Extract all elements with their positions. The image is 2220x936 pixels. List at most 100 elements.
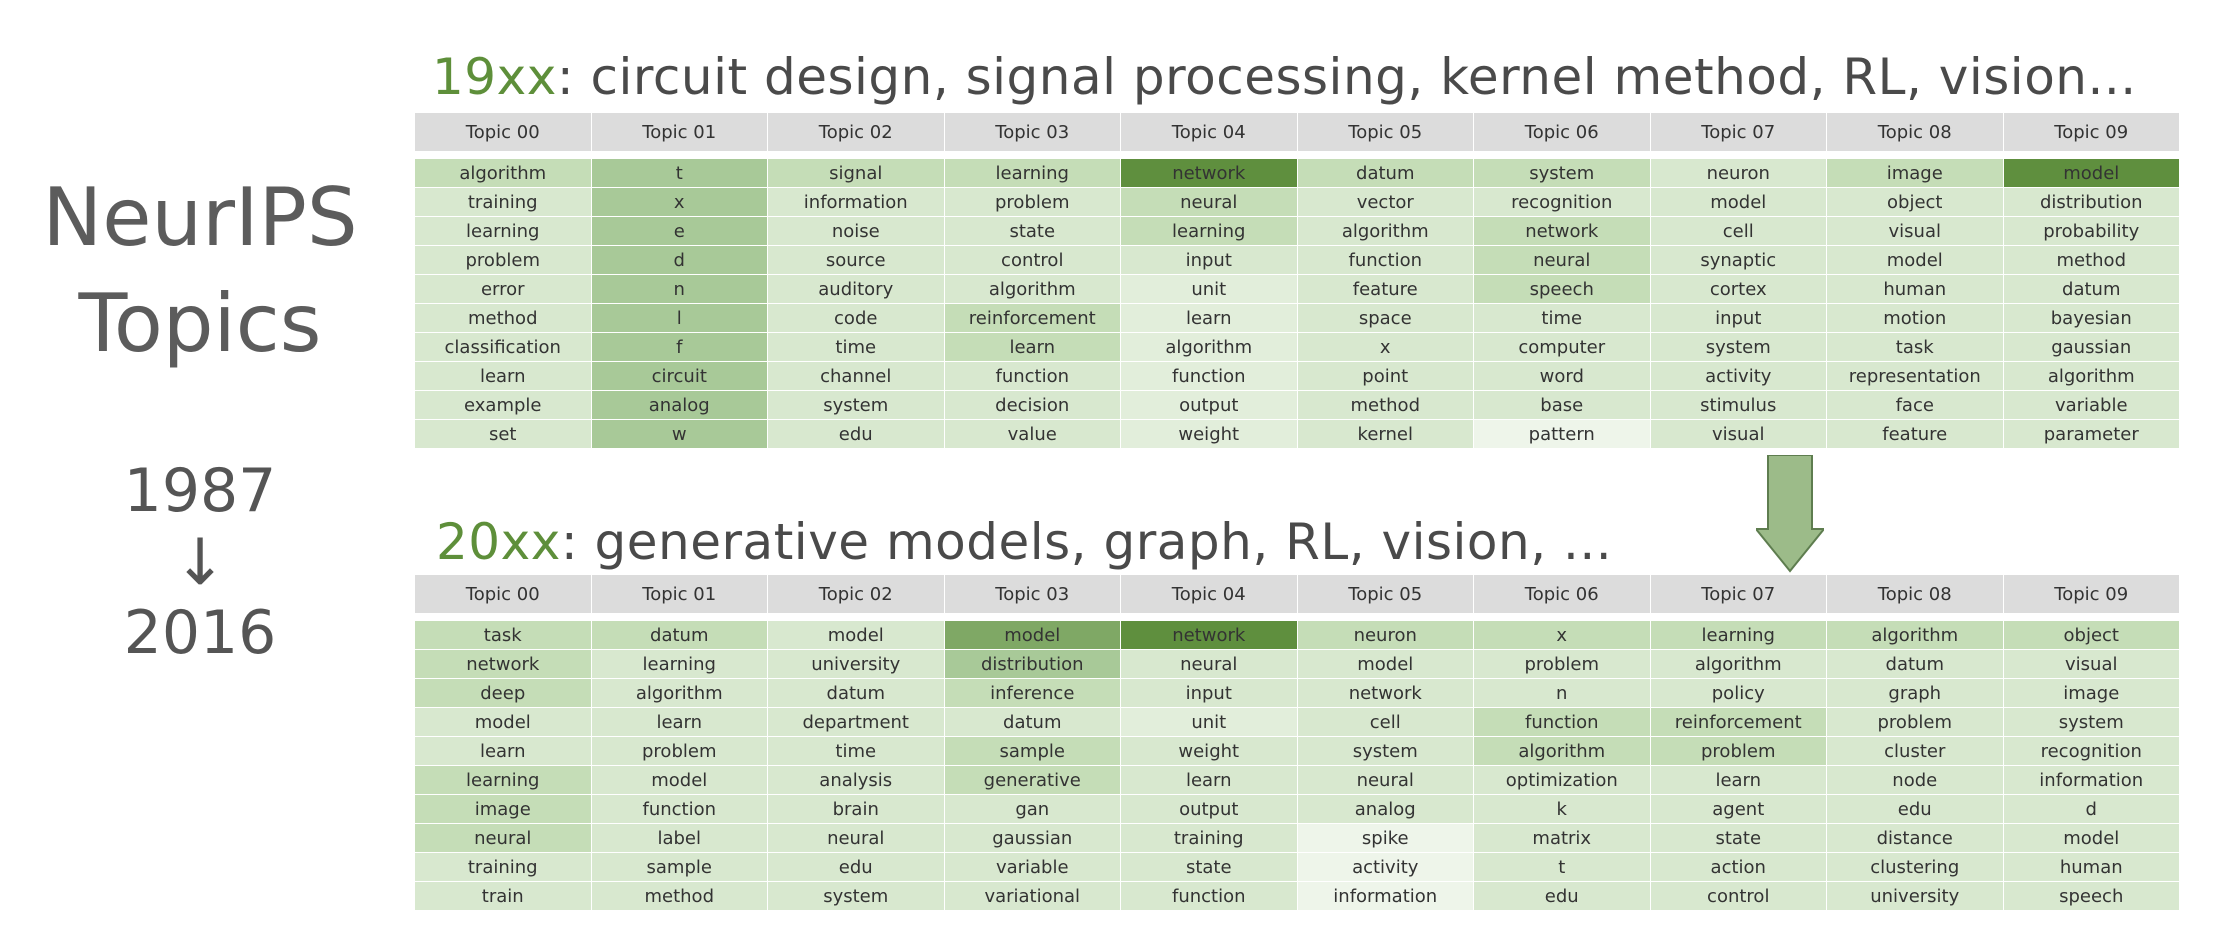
topic-word-cell: probability <box>2002 216 2180 246</box>
topic-word-cell: learn <box>1120 765 1298 795</box>
topic-word-cell: edu <box>1473 881 1651 911</box>
table-row: set w edu value weight kernel pattern visual fea… <box>414 419 2180 449</box>
topic-word-cell: word <box>1473 361 1651 391</box>
topic-word-cell: visual <box>2002 649 2180 679</box>
topic-word-cell: cortex <box>1649 274 1827 304</box>
topic-word-cell: control <box>1649 881 1827 911</box>
topic-word-cell: face <box>1826 390 2004 420</box>
topic-word-cell: network <box>1120 620 1298 650</box>
topic-word-cell: state <box>1649 823 1827 853</box>
topic-word-cell: sample <box>943 736 1121 766</box>
topic-word-cell: algorithm <box>590 678 768 708</box>
topic-word-cell: object <box>2002 620 2180 650</box>
table-row: example analog system decision output method b… <box>414 390 2180 420</box>
topic-word-cell: algorithm <box>943 274 1121 304</box>
topic-word-cell: department <box>767 707 945 737</box>
topic-word-cell: circuit <box>590 361 768 391</box>
topic-word-cell: system <box>1649 332 1827 362</box>
topic-word-cell: example <box>414 390 592 420</box>
topic-header: Topic 03 <box>943 112 1121 152</box>
topic-word-cell: l <box>590 303 768 333</box>
topic-word-cell: train <box>414 881 592 911</box>
topic-word-cell: noise <box>767 216 945 246</box>
topic-word-cell: edu <box>767 852 945 882</box>
topic-header-row: Topic 00 Topic 01 Topic 02 Topic 03 Topic 04… <box>414 112 2180 152</box>
topic-word-cell: computer <box>1473 332 1651 362</box>
panel1-topic-table: Topic 00 Topic 01 Topic 02 Topic 03 Topic 04… <box>414 112 2180 449</box>
table-row: method l code reinforcement learn space time in… <box>414 303 2180 333</box>
topic-header: Topic 02 <box>767 574 945 614</box>
topic-word-cell: analysis <box>767 765 945 795</box>
topic-header: Topic 09 <box>2002 574 2180 614</box>
topic-word-cell: activity <box>1296 852 1474 882</box>
topic-word-cell: system <box>2002 707 2180 737</box>
topic-word-cell: base <box>1473 390 1651 420</box>
topic-word-cell: learning <box>414 216 592 246</box>
topic-word-cell: control <box>943 245 1121 275</box>
topic-word-cell: code <box>767 303 945 333</box>
topic-word-cell: x <box>1473 620 1651 650</box>
topic-word-cell: problem <box>590 736 768 766</box>
topic-header: Topic 08 <box>1826 112 2004 152</box>
topic-word-cell: network <box>1296 678 1474 708</box>
topic-word-cell: problem <box>1826 707 2004 737</box>
topic-word-cell: algorithm <box>1649 649 1827 679</box>
topic-word-cell: kernel <box>1296 419 1474 449</box>
topic-word-cell: variable <box>2002 390 2180 420</box>
topic-word-cell: method <box>2002 245 2180 275</box>
topic-word-cell: system <box>767 881 945 911</box>
down-arrow-icon <box>1756 455 1824 573</box>
topic-word-cell: function <box>1120 361 1298 391</box>
topic-word-cell: learning <box>1120 216 1298 246</box>
topic-header: Topic 05 <box>1296 112 1474 152</box>
topic-word-cell: information <box>767 187 945 217</box>
topic-word-cell: problem <box>1473 649 1651 679</box>
topic-word-cell: weight <box>1120 736 1298 766</box>
topic-word-cell: network <box>1473 216 1651 246</box>
topic-word-cell: speech <box>1473 274 1651 304</box>
topic-word-cell: method <box>590 881 768 911</box>
topic-word-cell: image <box>414 794 592 824</box>
topic-word-cell: algorithm <box>1120 332 1298 362</box>
topic-word-cell: problem <box>943 187 1121 217</box>
topic-word-cell: w <box>590 419 768 449</box>
topic-word-cell: feature <box>1296 274 1474 304</box>
topic-word-cell: x <box>590 187 768 217</box>
topic-word-cell: system <box>1296 736 1474 766</box>
topic-word-cell: learning <box>590 649 768 679</box>
topic-header: Topic 03 <box>943 574 1121 614</box>
topic-word-cell: x <box>1296 332 1474 362</box>
topic-word-cell: activity <box>1649 361 1827 391</box>
topic-word-cell: node <box>1826 765 2004 795</box>
topic-word-cell: training <box>414 187 592 217</box>
topic-word-cell: human <box>2002 852 2180 882</box>
topic-word-cell: recognition <box>2002 736 2180 766</box>
topic-header: Topic 01 <box>590 112 768 152</box>
topic-word-cell: neuron <box>1649 158 1827 188</box>
topic-header: Topic 06 <box>1473 574 1651 614</box>
topic-word-cell: cell <box>1296 707 1474 737</box>
table-row: learn problem time sample weight system algori… <box>414 736 2180 766</box>
table-row: deep algorithm datum inference input network n… <box>414 678 2180 708</box>
topic-word-cell: decision <box>943 390 1121 420</box>
topic-header: Topic 00 <box>414 112 592 152</box>
panel1-heading: 19xx: circuit design, signal processing,… <box>432 48 2137 106</box>
topic-word-cell: datum <box>767 678 945 708</box>
topic-word-cell: agent <box>1649 794 1827 824</box>
table-row: task datum model model network neuron x learnin… <box>414 620 2180 650</box>
topic-word-cell: unit <box>1120 274 1298 304</box>
panel1-description: : circuit design, signal processing, ker… <box>556 48 2137 106</box>
table-row: train method system variational function info… <box>414 881 2180 911</box>
topic-word-cell: e <box>590 216 768 246</box>
topic-word-cell: algorithm <box>2002 361 2180 391</box>
topic-word-cell: model <box>767 620 945 650</box>
topic-word-cell: neural <box>414 823 592 853</box>
topic-word-cell: algorithm <box>414 158 592 188</box>
topic-word-cell: system <box>767 390 945 420</box>
topic-word-cell: speech <box>2002 881 2180 911</box>
topic-word-cell: learn <box>414 361 592 391</box>
topic-word-cell: neuron <box>1296 620 1474 650</box>
topic-word-cell: signal <box>767 158 945 188</box>
topic-word-cell: edu <box>767 419 945 449</box>
topic-word-cell: task <box>1826 332 2004 362</box>
